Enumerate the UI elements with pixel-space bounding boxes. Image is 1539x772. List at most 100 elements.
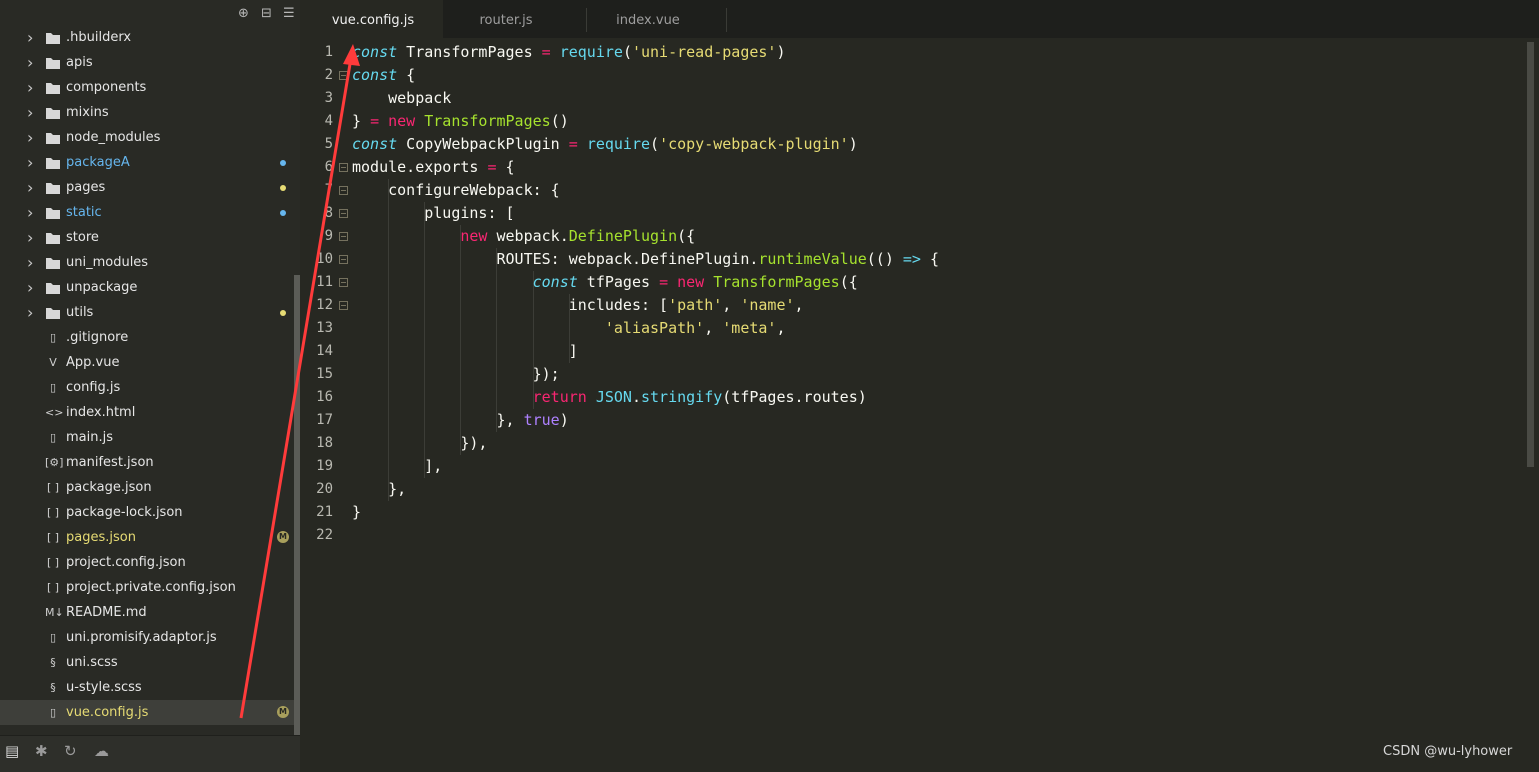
tree-item-label: config.js <box>66 380 121 395</box>
tree-file[interactable]: ▯ .gitignore <box>0 325 295 350</box>
code-line: }, true) <box>352 409 568 432</box>
chevron-right-icon[interactable]: › <box>27 125 39 150</box>
fold-toggle-icon[interactable] <box>339 209 348 218</box>
tree-file[interactable]: [ ] project.config.json <box>0 550 295 575</box>
fold-toggle-icon[interactable] <box>339 255 348 264</box>
tree-file[interactable]: ▯ config.js <box>0 375 295 400</box>
chevron-right-icon[interactable]: › <box>27 175 39 200</box>
chevron-right-icon[interactable]: › <box>27 225 39 250</box>
folder-icon <box>46 308 60 319</box>
tree-folder[interactable]: › components <box>0 75 295 100</box>
code-token: const <box>352 43 398 61</box>
tree-item-label: README.md <box>66 605 147 620</box>
tree-item-label: uni_modules <box>66 255 149 270</box>
editor-scrollbar[interactable] <box>1527 42 1534 467</box>
explorer-icon[interactable]: ▤ <box>5 742 19 760</box>
folder-icon <box>46 33 60 44</box>
js-file-icon: ▯ <box>49 431 57 444</box>
chevron-right-icon[interactable]: › <box>27 50 39 75</box>
target-icon[interactable]: ⊕ <box>238 6 249 22</box>
tree-item-label: package-lock.json <box>66 505 183 520</box>
fold-toggle-icon[interactable] <box>339 301 348 310</box>
tree-file[interactable]: ▯ main.js <box>0 425 295 450</box>
tree-file[interactable]: § u-style.scss <box>0 675 295 700</box>
tab-bar: vue.config.js router.js index.vue <box>303 0 1539 38</box>
fold-toggle-icon[interactable] <box>339 186 348 195</box>
tree-file[interactable]: [ ] project.private.config.json <box>0 575 295 600</box>
tree-folder[interactable]: › pages <box>0 175 295 200</box>
tree-folder[interactable]: › store <box>0 225 295 250</box>
tree-item-label: .hbuilderx <box>66 30 132 45</box>
fold-toggle-icon[interactable] <box>339 232 348 241</box>
tree-file[interactable]: [ ] package-lock.json <box>0 500 295 525</box>
code-token: TransformPages <box>397 43 542 61</box>
tree-file[interactable]: ▯ uni.promisify.adaptor.js <box>0 625 295 650</box>
chevron-right-icon[interactable]: › <box>27 275 39 300</box>
source-control-icon[interactable]: ↻ <box>64 742 77 760</box>
explorer-bottom-bar: ▤ ✱ ↻ ☁ <box>0 735 300 772</box>
fold-toggle-icon[interactable] <box>339 278 348 287</box>
tree-file[interactable]: M↓ README.md <box>0 600 295 625</box>
tree-file[interactable]: [ ] package.json <box>0 475 295 500</box>
tree-folder[interactable]: › mixins <box>0 100 295 125</box>
tree-item-label: store <box>66 230 99 245</box>
line-number: 3 <box>324 90 333 106</box>
code-token: stringify <box>641 388 723 406</box>
tree-folder[interactable]: › apis <box>0 50 295 75</box>
json-file-icon: [ ] <box>46 481 60 494</box>
code-token: DefinePlugin <box>568 227 678 245</box>
code-token: ( <box>650 135 660 153</box>
code-line: configureWebpack: { <box>352 179 560 202</box>
code-token: } <box>352 112 371 130</box>
tree-folder[interactable]: › node_modules <box>0 125 295 150</box>
tab-router[interactable]: router.js <box>444 0 568 38</box>
sass-file-icon: § <box>50 656 56 669</box>
tree-file[interactable]: [ ] pages.json M <box>0 525 295 550</box>
tree-folder[interactable]: › static <box>0 200 295 225</box>
code-editor[interactable]: 1 2 3 4 5 6 7 8 9 10 11 12 13 14 15 16 17 18 19 20 21 22 cons… <box>303 38 1539 771</box>
line-number: 8 <box>324 205 333 221</box>
js-file-icon: ▯ <box>49 631 57 644</box>
tab-vue-config[interactable]: vue.config.js <box>303 0 443 38</box>
explorer-scrollbar[interactable] <box>294 275 300 735</box>
code-token: new <box>677 273 705 291</box>
tree-file[interactable]: <> index.html <box>0 400 295 425</box>
code-token: ROUTES: webpack.DefinePlugin. <box>352 250 759 268</box>
chevron-right-icon[interactable]: › <box>27 150 39 175</box>
tree-folder[interactable]: › packageA <box>0 150 295 175</box>
chevron-right-icon[interactable]: › <box>27 250 39 275</box>
chevron-right-icon[interactable]: › <box>27 75 39 100</box>
fold-toggle-icon[interactable] <box>339 163 348 172</box>
tree-file[interactable]: ▯ vue.config.js M <box>0 700 295 725</box>
tree-item-label: .gitignore <box>66 330 129 345</box>
menu-icon[interactable]: ☰ <box>283 6 295 22</box>
tree-file[interactable]: § uni.scss <box>0 650 295 675</box>
tree-item-label: uni.scss <box>66 655 118 670</box>
chevron-right-icon[interactable]: › <box>27 200 39 225</box>
tree-folder[interactable]: › utils <box>0 300 295 325</box>
chevron-right-icon[interactable]: › <box>27 25 39 50</box>
collapse-all-icon[interactable]: ⊟ <box>261 6 272 22</box>
cloud-icon[interactable]: ☁ <box>94 742 109 760</box>
tab-index-vue[interactable]: index.vue <box>586 0 710 38</box>
code-token: includes: [ <box>352 296 669 314</box>
code-token: ) <box>848 135 858 153</box>
code-line: const tfPages = new TransformPages({ <box>352 271 858 294</box>
modified-badge: M <box>277 706 289 718</box>
tree-file[interactable]: V App.vue <box>0 350 295 375</box>
tree-item-label: manifest.json <box>66 455 154 470</box>
tree-file[interactable]: [⚙] manifest.json <box>0 450 295 475</box>
debug-icon[interactable]: ✱ <box>35 742 48 760</box>
chevron-right-icon[interactable]: › <box>27 300 39 325</box>
json-file-icon: [ ] <box>46 581 60 594</box>
tree-folder[interactable]: › unpackage <box>0 275 295 300</box>
modified-badge: M <box>277 531 289 543</box>
chevron-right-icon[interactable]: › <box>27 100 39 125</box>
fold-toggle-icon[interactable] <box>339 71 348 80</box>
code-token: TransformPages <box>713 273 840 291</box>
vue-file-icon: V <box>49 356 57 369</box>
tree-folder[interactable]: › uni_modules <box>0 250 295 275</box>
code-token: webpack <box>352 89 452 107</box>
tree-folder[interactable]: › .hbuilderx <box>0 25 295 50</box>
